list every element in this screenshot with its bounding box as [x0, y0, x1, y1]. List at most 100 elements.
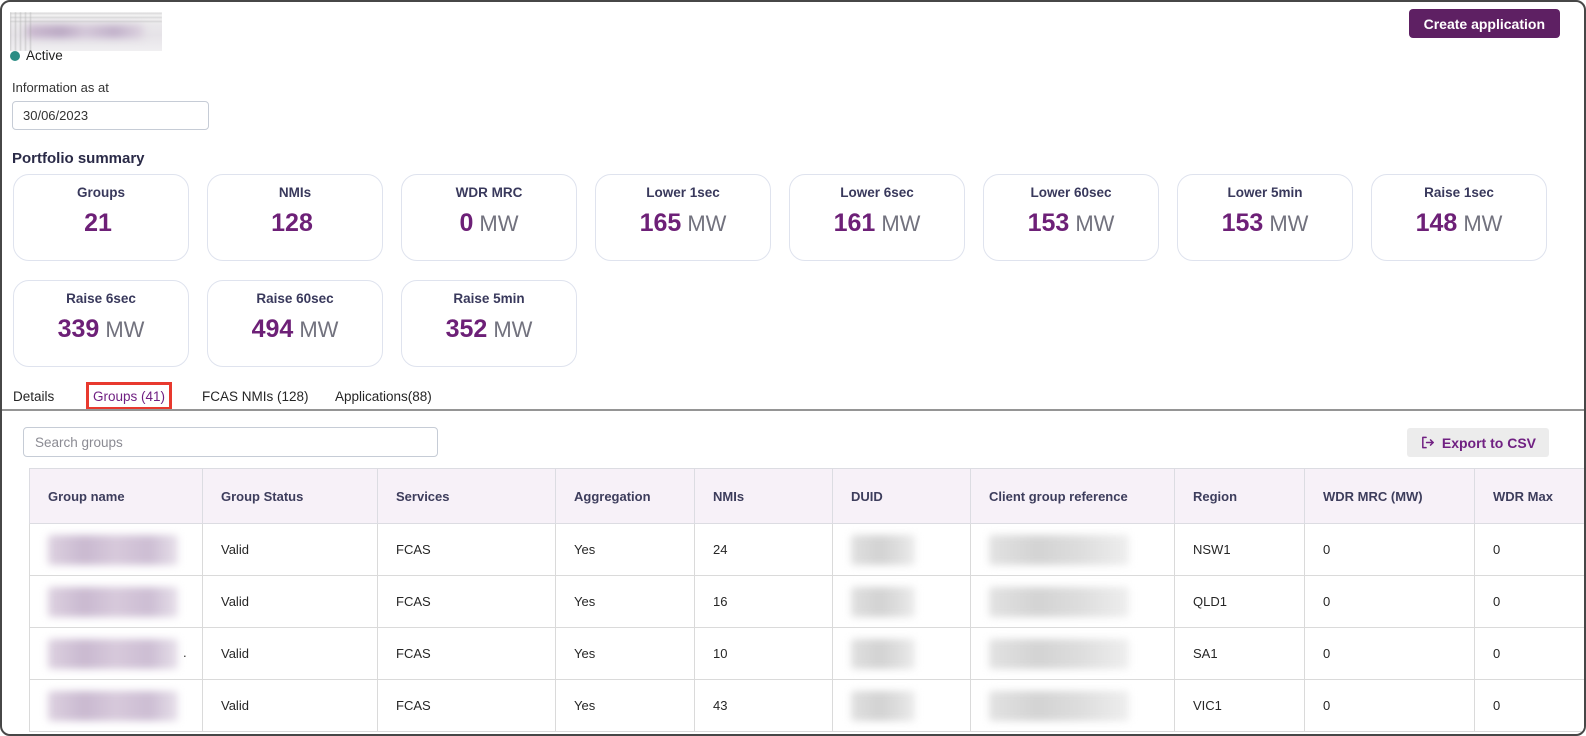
tab-groups[interactable]: Groups (41)	[93, 389, 165, 404]
cell-group-status: Valid	[202, 627, 378, 680]
cell-nmis: 43	[694, 679, 833, 732]
card-unit: MW	[881, 211, 921, 236]
column-header-duid[interactable]: DUID	[832, 468, 971, 524]
summary-card-groups: Groups 21	[13, 174, 189, 261]
redacted-client-group-reference	[989, 534, 1129, 565]
cell-region: QLD1	[1174, 575, 1305, 628]
summary-card-raise-5min: Raise 5min 352 MW	[401, 280, 577, 367]
cell-nmis: 16	[694, 575, 833, 628]
column-header-group-name[interactable]: Group name	[29, 468, 203, 524]
card-unit: MW	[1463, 211, 1503, 236]
cell-aggregation: Yes	[555, 523, 695, 576]
red-highlight-box: Groups (41)	[86, 382, 172, 410]
column-header-wdr-max[interactable]: WDR Max	[1474, 468, 1584, 524]
tab-details[interactable]: Details	[13, 389, 54, 404]
table-row[interactable]: . Valid FCAS Yes 10 SA1 0 0	[29, 627, 1584, 680]
redacted-group-name	[48, 586, 178, 617]
create-application-button[interactable]: Create application	[1408, 9, 1560, 38]
cell-wdr-max: 0	[1474, 627, 1584, 680]
card-label: Raise 60sec	[256, 291, 334, 306]
summary-card-wdr-mrc: WDR MRC 0 MW	[401, 174, 577, 261]
card-label: Raise 1sec	[1424, 185, 1494, 200]
export-label: Export to CSV	[1441, 434, 1536, 451]
card-label: Lower 60sec	[1030, 185, 1112, 200]
column-header-aggregation[interactable]: Aggregation	[555, 468, 695, 524]
card-value: 128	[271, 209, 313, 237]
cell-region: VIC1	[1174, 679, 1305, 732]
redacted-group-name	[48, 534, 178, 565]
cell-services: FCAS	[377, 575, 556, 628]
redacted-duid	[851, 534, 915, 565]
column-header-region[interactable]: Region	[1174, 468, 1305, 524]
redacted-duid	[851, 690, 915, 721]
cell-group-status: Valid	[202, 575, 378, 628]
card-value: 352	[445, 315, 488, 343]
cell-services: FCAS	[377, 523, 556, 576]
card-value: 153	[1027, 209, 1070, 237]
table-row[interactable]: Valid FCAS Yes 24 NSW1 0 0	[29, 523, 1584, 576]
summary-card-raise-6sec: Raise 6sec 339 MW	[13, 280, 189, 367]
summary-card-nmis: NMIs 128	[207, 174, 383, 261]
tab-applications[interactable]: Applications(88)	[335, 389, 432, 404]
portfolio-summary-heading: Portfolio summary	[12, 150, 145, 167]
redacted-group-name	[48, 690, 178, 721]
cell-wdr-max: 0	[1474, 523, 1584, 576]
column-header-services[interactable]: Services	[377, 468, 556, 524]
card-label: Groups	[76, 185, 125, 200]
summary-card-lower-5min: Lower 5min 153 MW	[1177, 174, 1353, 261]
card-value: 21	[84, 209, 112, 237]
cell-aggregation: Yes	[555, 679, 695, 732]
cell-wdr-mrc: 0	[1304, 627, 1475, 680]
cell-group-status: Valid	[202, 679, 378, 732]
card-value: 165	[639, 209, 682, 237]
card-label: NMIs	[278, 185, 312, 200]
export-icon	[1421, 436, 1434, 449]
column-header-group-status[interactable]: Group Status	[202, 468, 378, 524]
table-row[interactable]: Valid FCAS Yes 16 QLD1 0 0	[29, 575, 1584, 628]
search-groups-input[interactable]	[23, 427, 438, 457]
card-label: Raise 6sec	[66, 291, 136, 306]
card-unit: MW	[1269, 211, 1309, 236]
information-as-at-label: Information as at	[12, 80, 109, 95]
column-header-client-group-reference[interactable]: Client group reference	[970, 468, 1175, 524]
redacted-duid	[851, 586, 915, 617]
summary-card-lower-1sec: Lower 1sec 165 MW	[595, 174, 771, 261]
summary-card-raise-60sec: Raise 60sec 494 MW	[207, 280, 383, 367]
card-value: 339	[57, 315, 100, 343]
card-label: WDR MRC	[455, 185, 523, 200]
cell-services: FCAS	[377, 627, 556, 680]
groups-table: Group name Group Status Services Aggrega…	[29, 468, 1584, 732]
table-header-row: Group name Group Status Services Aggrega…	[29, 468, 1584, 524]
card-label: Lower 6sec	[840, 185, 914, 200]
tabs-divider	[2, 409, 1584, 411]
information-as-at-date-input[interactable]	[12, 101, 209, 130]
card-label: Lower 5min	[1227, 185, 1303, 200]
card-value: 494	[251, 315, 294, 343]
card-value: 153	[1221, 209, 1264, 237]
cell-services: FCAS	[377, 679, 556, 732]
redacted-page-title	[10, 12, 162, 51]
card-unit: MW	[479, 211, 519, 236]
table-row[interactable]: Valid FCAS Yes 43 VIC1 0 0	[29, 679, 1584, 732]
column-header-nmis[interactable]: NMIs	[694, 468, 833, 524]
status-row: Active	[10, 48, 63, 63]
app-window: Active Create application Information as…	[0, 0, 1586, 736]
portfolio-summary-cards: Groups 21 NMIs 128 WDR MRC 0 MW Lower 1se…	[13, 174, 1547, 367]
status-label: Active	[26, 48, 63, 63]
tab-fcas-nmis[interactable]: FCAS NMIs (128)	[202, 389, 309, 404]
card-label: Lower 1sec	[646, 185, 720, 200]
cell-aggregation: Yes	[555, 627, 695, 680]
redacted-duid	[851, 638, 915, 669]
summary-card-lower-6sec: Lower 6sec 161 MW	[789, 174, 965, 261]
cell-wdr-max: 0	[1474, 575, 1584, 628]
cell-region: SA1	[1174, 627, 1305, 680]
export-to-csv-button[interactable]: Export to CSV	[1406, 428, 1549, 457]
cell-wdr-max: 0	[1474, 679, 1584, 732]
card-value: 148	[1415, 209, 1458, 237]
card-unit: MW	[493, 317, 533, 342]
group-name-suffix: .	[183, 644, 187, 660]
redacted-client-group-reference	[989, 586, 1129, 617]
column-header-wdr-mrc[interactable]: WDR MRC (MW)	[1304, 468, 1475, 524]
card-unit: MW	[105, 317, 145, 342]
summary-card-lower-60sec: Lower 60sec 153 MW	[983, 174, 1159, 261]
